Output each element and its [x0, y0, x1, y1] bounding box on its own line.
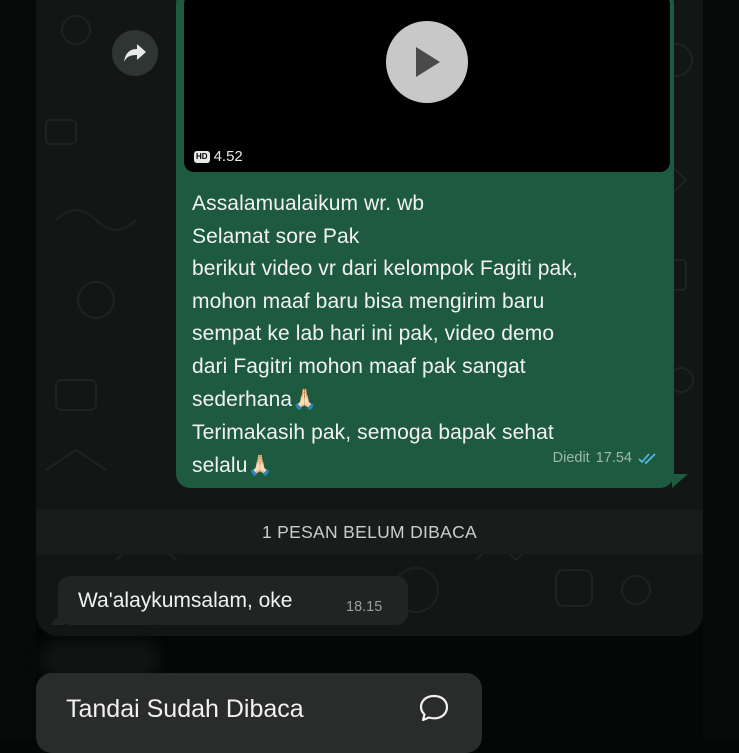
praying-hands-emoji: 🙏🏻 [247, 453, 273, 477]
message-line: Terimakasih pak, semoga bapak sehat [192, 420, 554, 444]
right-edge [703, 0, 739, 739]
chat-panel: HD 4.52 Assalamualaikum wr. wb Selamat s… [36, 0, 703, 636]
chat-bubble-icon [419, 694, 449, 722]
message-line: mohon maaf baru bisa mengirim baru [192, 289, 545, 313]
message-line: dari Fagitri mohon maaf pak sangat [192, 354, 526, 378]
message-time: 17.54 [595, 450, 632, 466]
mark-as-read-label: Tandai Sudah Dibaca [66, 695, 304, 723]
video-duration: HD 4.52 [194, 148, 243, 165]
play-icon [416, 47, 440, 77]
video-thumbnail[interactable]: HD 4.52 [184, 0, 670, 172]
duration-label: 4.52 [213, 148, 243, 165]
edited-label: Diedit [552, 450, 590, 466]
message-line: sederhana [192, 388, 293, 411]
message-line: selalu [192, 454, 248, 477]
incoming-message-bubble[interactable]: Wa'alaykumsalam, oke 18.15 [58, 576, 408, 625]
incoming-message-time: 18.15 [346, 599, 383, 615]
unread-divider: 1 PESAN BELUM DIBACA [36, 510, 703, 554]
left-edge [0, 0, 36, 739]
double-check-read-icon [638, 453, 656, 464]
forward-arrow-icon [124, 44, 146, 62]
forward-button[interactable] [112, 30, 158, 76]
message-meta: Diedit 17.54 [553, 450, 658, 466]
outgoing-bubble-tail [672, 474, 688, 488]
message-line: sempat ke lab hari ini pak, video demo [192, 322, 555, 345]
message-line: Assalamualaikum wr. wb [192, 192, 425, 215]
play-button[interactable] [386, 21, 468, 103]
message-line: berikut video vr dari kelompok Fagiti pa… [192, 257, 578, 280]
mark-as-read-menu-item[interactable]: Tandai Sudah Dibaca [36, 673, 482, 753]
message-line: Selamat sore Pak [192, 224, 360, 248]
hd-badge: HD [194, 150, 210, 163]
message-text: Assalamualaikum wr. wb Selamat sore Pak … [192, 188, 662, 483]
praying-hands-emoji: 🙏🏻 [292, 387, 318, 411]
outgoing-message-bubble[interactable]: HD 4.52 Assalamualaikum wr. wb Selamat s… [176, 0, 674, 488]
incoming-message-text: Wa'alaykumsalam, oke [78, 589, 293, 612]
